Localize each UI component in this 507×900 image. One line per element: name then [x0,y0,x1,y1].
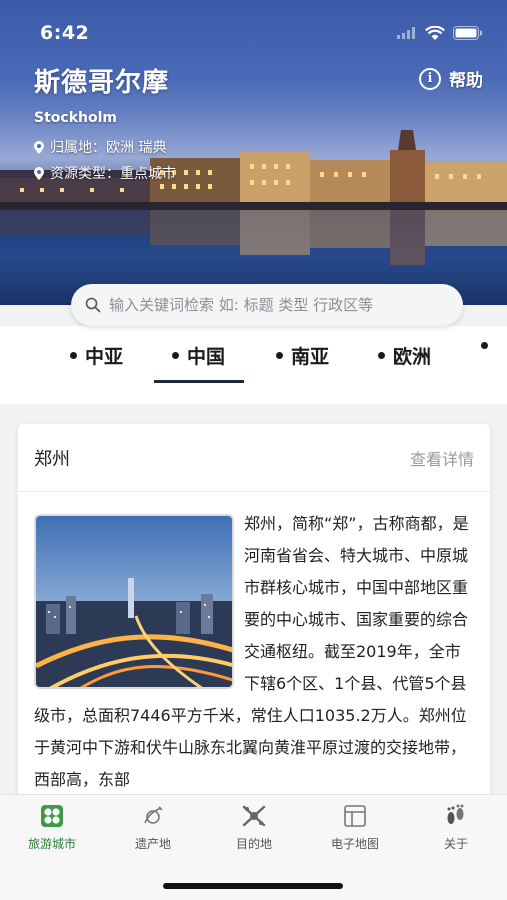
nav-heritage-sites[interactable]: 遗产地 [113,803,193,852]
tab-partial-left[interactable] [0,342,3,349]
tab-dot [378,352,385,359]
city-grid-icon [41,805,63,827]
tab-south-asia[interactable]: 南亚 [276,342,329,369]
reflection-lights [0,210,507,265]
tab-label: 中国 [187,346,226,368]
nav-electronic-map[interactable]: 电子地图 [315,803,395,852]
region-tabs: 中亚 中国 南亚 欧洲 [0,326,507,404]
region-label: 归属地：欧洲 瑞典 [50,140,167,156]
resource-info: 资源类型：重点城市 [34,163,176,183]
hero-banner: 6:42 斯德哥尔摩 Stockholm 归属地：欧洲 瑞典 资源类型：重点城市… [0,0,507,305]
tab-dot [481,342,488,349]
status-bar: 6:42 [40,18,483,48]
city-title: 斯德哥尔摩 [34,68,170,98]
city-thumbnail[interactable] [34,514,234,689]
tab-partial-right[interactable] [481,342,496,349]
tab-central-asia[interactable]: 中亚 [70,342,123,369]
active-tab-indicator [154,380,244,383]
card-header: 郑州 查看详情 [18,424,490,492]
tab-label: 欧洲 [393,346,432,368]
destination-icon [242,805,266,827]
location-pin-icon [34,166,44,180]
about-icon [447,804,464,824]
location-pin-icon [34,140,44,154]
nav-about[interactable]: 关于 [416,803,496,852]
nav-label: 目的地 [235,837,272,851]
nav-tourist-cities[interactable]: 旅游城市 [12,803,92,852]
search-input[interactable] [109,296,449,314]
card-body: 郑州，简称“郑”，古称商都，是河南省省会、特大城市、中原城市群核心城市，中国中部… [18,492,490,796]
nav-label: 关于 [443,837,468,851]
nav-label: 旅游城市 [27,837,76,851]
city-card: 郑州 查看详情 郑州，简称“郑”，古称商都，是河南省省会、特大城市、中原城市群核… [17,423,491,823]
info-icon: i [419,67,441,90]
status-icons [397,25,483,41]
signal-icon [397,27,415,39]
nav-label: 遗产地 [134,837,171,851]
app-screen: 6:42 斯德哥尔摩 Stockholm 归属地：欧洲 瑞典 资源类型：重点城市… [0,0,507,900]
search-icon [85,297,101,313]
region-info: 归属地：欧洲 瑞典 [34,137,166,157]
card-title: 郑州 [34,448,70,470]
tab-dot [276,352,283,359]
map-icon [344,805,366,827]
tab-dot [172,352,179,359]
heritage-icon [144,806,163,824]
home-indicator[interactable] [163,883,343,889]
wifi-icon [425,25,445,40]
city-subtitle: Stockholm [34,110,117,126]
status-time: 6:42 [40,22,90,44]
nav-label: 电子地图 [330,837,379,851]
tab-europe[interactable]: 欧洲 [378,342,431,369]
tab-label: 中亚 [85,346,124,368]
battery-icon [453,26,482,40]
help-button[interactable]: i 帮助 [419,66,483,91]
tab-label: 南亚 [291,346,330,368]
city-photo [36,516,232,687]
tab-dot [70,352,77,359]
nav-destinations[interactable]: 目的地 [214,803,294,852]
search-bar[interactable] [71,284,463,326]
resource-label: 资源类型：重点城市 [50,166,176,182]
view-details-link[interactable]: 查看详情 [410,446,474,470]
help-label: 帮助 [449,71,483,91]
tab-china[interactable]: 中国 [172,342,225,369]
